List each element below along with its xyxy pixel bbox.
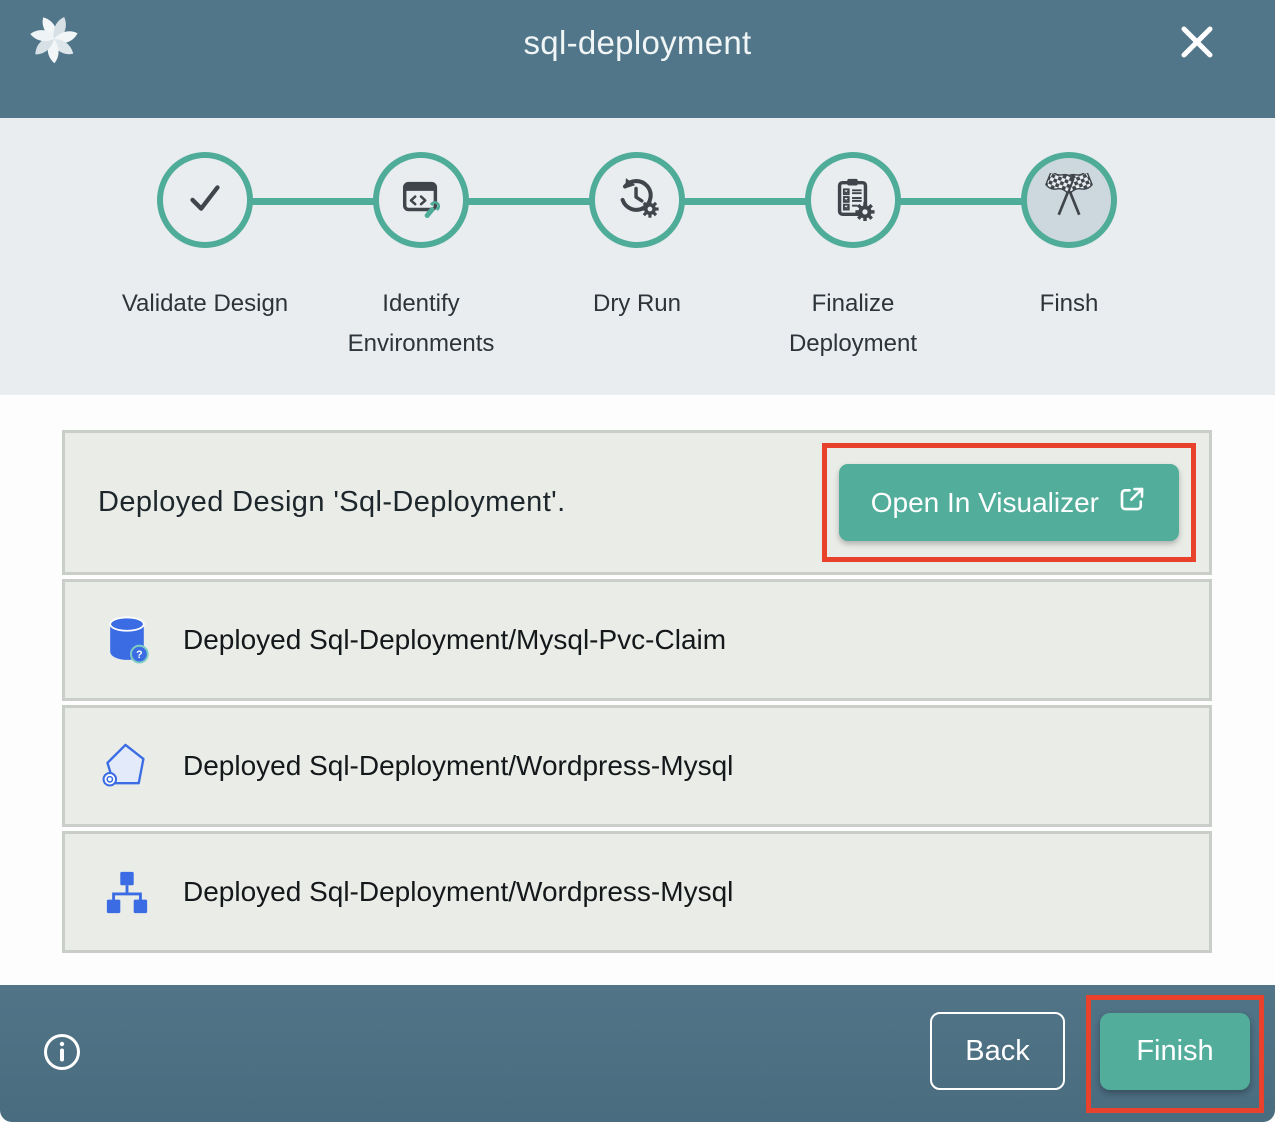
step-finalize-deployment: Finalize Deployment <box>745 152 961 364</box>
open-in-visualizer-button[interactable]: Open In Visualizer <box>839 464 1179 541</box>
step-circle-finalize-deployment[interactable] <box>805 152 901 248</box>
history-gear-icon <box>614 175 660 226</box>
info-icon[interactable] <box>42 1032 82 1072</box>
code-window-wrench-icon <box>398 175 444 226</box>
modal-header: sql-deployment <box>0 0 1275 118</box>
modal-footer: Back Finish <box>0 985 1275 1122</box>
step-label: Identify Environments <box>313 284 529 364</box>
step-circle-finish[interactable] <box>1021 152 1117 248</box>
step-label: Dry Run <box>529 284 745 324</box>
annotation-highlight-box: Finish <box>1086 995 1264 1113</box>
design-result-text: Deployed Design 'Sql-Deployment'. <box>98 486 566 519</box>
step-circle-dry-run[interactable] <box>589 152 685 248</box>
wizard-stepper: Validate Design Ident <box>0 118 1275 395</box>
check-icon <box>182 175 228 226</box>
workload-hierarchy-icon <box>101 869 153 915</box>
service-pentagon-icon <box>101 741 153 791</box>
step-validate-design: Validate Design <box>97 152 313 324</box>
step-identify-environments: Identify Environments <box>313 152 529 364</box>
step-circle-validate-design[interactable] <box>157 152 253 248</box>
step-label: Finsh <box>961 284 1177 324</box>
design-result-row: Deployed Design 'Sql-Deployment'. Open I… <box>62 430 1212 575</box>
step-finish: Finsh <box>961 152 1177 324</box>
result-text: Deployed Sql-Deployment/Mysql-Pvc-Claim <box>183 624 726 656</box>
step-dry-run: Dry Run <box>529 152 745 324</box>
close-icon[interactable] <box>1177 22 1217 62</box>
button-label: Open In Visualizer <box>871 487 1099 519</box>
deployment-results-list: Deployed Design 'Sql-Deployment'. Open I… <box>62 430 1212 957</box>
external-link-icon <box>1117 484 1147 521</box>
modal-title: sql-deployment <box>0 24 1275 62</box>
step-label: Validate Design <box>97 284 313 324</box>
database-icon: ? <box>101 614 153 666</box>
annotation-highlight-box: Open In Visualizer <box>822 443 1196 562</box>
result-list-item: Deployed Sql-Deployment/Wordpress-Mysql <box>62 705 1212 827</box>
result-text: Deployed Sql-Deployment/Wordpress-Mysql <box>183 750 733 782</box>
svg-text:?: ? <box>136 649 142 661</box>
result-list-item: ? Deployed Sql-Deployment/Mysql-Pvc-Clai… <box>62 579 1212 701</box>
result-text: Deployed Sql-Deployment/Wordpress-Mysql <box>183 876 733 908</box>
finish-button[interactable]: Finish <box>1100 1013 1250 1090</box>
step-label: Finalize Deployment <box>745 284 961 364</box>
back-button[interactable]: Back <box>930 1012 1065 1090</box>
deployment-wizard-modal: sql-deployment Validate Design <box>0 0 1275 1122</box>
result-list-item: Deployed Sql-Deployment/Wordpress-Mysql <box>62 831 1212 953</box>
step-circle-identify-environments[interactable] <box>373 152 469 248</box>
clipboard-gear-icon <box>830 175 876 226</box>
checkered-flags-icon <box>1042 173 1096 228</box>
